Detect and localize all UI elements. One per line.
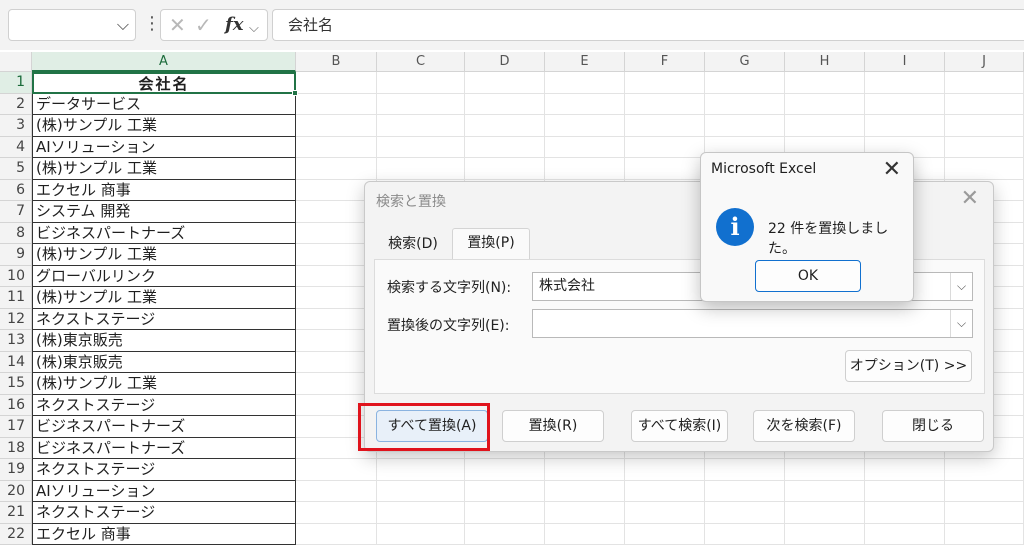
row-header[interactable]: 12 — [0, 308, 32, 330]
chevron-down-icon[interactable]: ⌵ — [117, 15, 129, 35]
message-text: 22 件を置換しました。 — [768, 221, 889, 257]
table-cell[interactable]: (株)サンプル 工業 — [32, 115, 296, 137]
column-header-b[interactable]: B — [296, 52, 377, 72]
row-header[interactable]: 19 — [0, 459, 32, 481]
gridline — [296, 114, 1024, 115]
column-header-g[interactable]: G — [705, 52, 785, 72]
row-header[interactable]: 10 — [0, 265, 32, 287]
fill-handle[interactable] — [292, 90, 298, 96]
table-cell[interactable]: ビジネスパートナーズ — [32, 222, 296, 244]
table-cell[interactable]: ネクストステージ — [32, 502, 296, 524]
table-cell[interactable]: データサービス — [32, 93, 296, 115]
select-all-corner[interactable] — [0, 52, 32, 72]
table-cell[interactable]: (株)サンプル 工業 — [32, 287, 296, 309]
column-header-f[interactable]: F — [625, 52, 705, 72]
row-header[interactable]: 9 — [0, 244, 32, 266]
column-header-h[interactable]: H — [785, 52, 865, 72]
row-header[interactable]: 3 — [0, 115, 32, 137]
table-cell[interactable]: AIソリューション — [32, 480, 296, 502]
row-header[interactable]: 14 — [0, 351, 32, 373]
row-header[interactable]: 2 — [0, 93, 32, 115]
gridline — [296, 157, 1024, 158]
tab-replace[interactable]: 置換(P) — [452, 228, 530, 260]
replace-button[interactable]: 置換(R) — [502, 410, 604, 442]
table-cell[interactable]: ネクストステージ — [32, 459, 296, 481]
table-cell[interactable]: ビジネスパートナーズ — [32, 416, 296, 438]
message-box-title: Microsoft Excel — [711, 161, 817, 177]
close-button[interactable]: 閉じる — [882, 410, 984, 442]
table-cell[interactable]: (株)東京販売 — [32, 330, 296, 352]
cancel-icon[interactable]: ✕ — [169, 13, 186, 37]
row-header[interactable]: 17 — [0, 416, 32, 438]
table-cell[interactable]: (株)東京販売 — [32, 351, 296, 373]
table-cell[interactable]: (株)サンプル 工業 — [32, 158, 296, 180]
row-header[interactable]: 4 — [0, 136, 32, 158]
row-header[interactable]: 7 — [0, 201, 32, 223]
replace-with-label: 置換後の文字列(E): — [387, 318, 510, 334]
column-header-j[interactable]: J — [945, 52, 1024, 72]
info-icon: i — [716, 208, 754, 246]
row-header[interactable]: 18 — [0, 437, 32, 459]
gridline — [296, 178, 1024, 180]
find-what-value: 株式会社 — [539, 278, 595, 294]
find-all-button[interactable]: すべて検索(I) — [631, 410, 728, 442]
row-header[interactable]: 11 — [0, 287, 32, 309]
tab-find[interactable]: 検索(D) — [377, 230, 449, 259]
options-button[interactable]: オプション(T) >> — [845, 350, 972, 382]
row-header[interactable]: 16 — [0, 394, 32, 416]
row-header[interactable]: 20 — [0, 480, 32, 502]
table-cell[interactable]: グローバルリンク — [32, 265, 296, 287]
dialog-title: 検索と置換 — [376, 194, 446, 210]
column-header-d[interactable]: D — [465, 52, 545, 72]
table-cell[interactable]: ビジネスパートナーズ — [32, 437, 296, 459]
formula-tools: ✕ ✓ fx ⌵ — [160, 9, 268, 41]
table-cell[interactable]: (株)サンプル 工業 — [32, 244, 296, 266]
chevron-down-icon[interactable]: ⌵ — [950, 310, 972, 337]
formula-input[interactable]: 会社名 — [272, 9, 1024, 41]
table-cell[interactable]: AIソリューション — [32, 136, 296, 158]
gridline — [296, 501, 1024, 502]
column-header-e[interactable]: E — [545, 52, 625, 72]
row-header[interactable]: 5 — [0, 158, 32, 180]
message-box: Microsoft Excel ✕ i 22 件を置換しました。 OK — [700, 152, 914, 302]
row-header[interactable]: 6 — [0, 179, 32, 201]
column-header-a[interactable]: A — [32, 52, 296, 72]
row-header[interactable]: 8 — [0, 222, 32, 244]
highlight-box — [358, 403, 490, 451]
gridline — [296, 92, 1024, 94]
row-header[interactable]: 15 — [0, 373, 32, 395]
more-options-icon[interactable]: ⋮ — [143, 12, 161, 36]
header-cell[interactable]: 会社名 — [32, 72, 296, 94]
ok-button[interactable]: OK — [755, 260, 861, 292]
find-next-button[interactable]: 次を検索(F) — [753, 410, 855, 442]
column-header-c[interactable]: C — [377, 52, 465, 72]
replace-with-field[interactable]: ⌵ — [532, 309, 973, 338]
close-icon[interactable]: ✕ — [883, 157, 901, 182]
chevron-down-icon[interactable]: ⌵ — [249, 17, 259, 41]
enter-icon[interactable]: ✓ — [195, 13, 212, 37]
name-box[interactable]: ⌵ — [8, 9, 136, 41]
table-cell[interactable]: ネクストステージ — [32, 394, 296, 416]
gridline — [296, 458, 1024, 459]
chevron-down-icon[interactable]: ⌵ — [950, 273, 972, 300]
gridline — [296, 479, 1024, 481]
column-header-i[interactable]: I — [865, 52, 945, 72]
row-header[interactable]: 21 — [0, 502, 32, 524]
gridline — [296, 135, 1024, 137]
row-header[interactable]: 22 — [0, 523, 32, 545]
table-cell[interactable]: システム 開発 — [32, 201, 296, 223]
find-what-label: 検索する文字列(N): — [387, 280, 512, 296]
row-header[interactable]: 1 — [0, 72, 32, 94]
formula-bar: ⌵ ⋮ ✕ ✓ fx ⌵ 会社名 — [0, 0, 1024, 50]
insert-function-icon[interactable]: fx — [225, 13, 243, 37]
table-cell[interactable]: エクセル 商事 — [32, 179, 296, 201]
gridline — [296, 522, 1024, 524]
table-cell[interactable]: エクセル 商事 — [32, 523, 296, 545]
table-cell[interactable]: ネクストステージ — [32, 308, 296, 330]
table-cell[interactable]: (株)サンプル 工業 — [32, 373, 296, 395]
close-icon[interactable]: ✕ — [961, 186, 979, 211]
row-header[interactable]: 13 — [0, 330, 32, 352]
